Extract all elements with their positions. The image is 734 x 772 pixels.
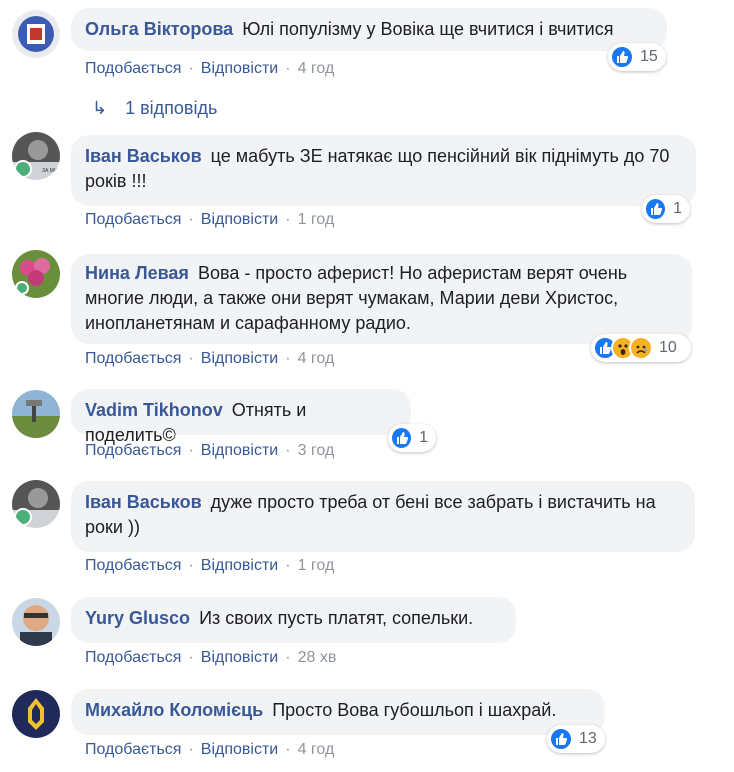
reply-button[interactable]: Відповісти (201, 211, 278, 228)
comment-time[interactable]: 4 год (298, 741, 335, 758)
comment-time[interactable]: 4 год (298, 350, 335, 367)
comment-time[interactable]: 1 год (298, 557, 335, 574)
comment-author[interactable]: Vadim Tikhonov (85, 400, 223, 420)
comment-bubble: Іван Васьков дуже просто треба от бені в… (71, 481, 695, 552)
reply-button[interactable]: Відповісти (201, 442, 278, 459)
comment-bubble: Нина Левая Вова - просто аферист! Но афе… (71, 254, 692, 344)
separator: · (285, 557, 291, 574)
comment-bubble: Ольга Вікторова Юлі популізму у Вовіка щ… (71, 8, 667, 51)
comment-actions: Подобається · Відповісти · 4 год (85, 741, 334, 759)
reaction-count: 10 (659, 339, 677, 356)
reaction-summary[interactable]: 1 (388, 424, 436, 452)
like-button[interactable]: Подобається (85, 211, 181, 228)
reply-arrow-icon: ↳ (92, 98, 108, 118)
like-reaction-icon (644, 197, 668, 221)
reaction-count: 15 (640, 48, 658, 65)
like-button[interactable]: Подобається (85, 741, 181, 758)
comment-actions: Подобається · Відповісти · 3 год (85, 442, 334, 460)
comment-actions: Подобається · Відповісти · 4 год (85, 60, 334, 78)
comment-author[interactable]: Михайло Коломієць (85, 700, 263, 720)
separator: · (188, 442, 194, 459)
avatar[interactable] (12, 390, 60, 438)
separator: · (188, 60, 194, 77)
avatar[interactable] (12, 690, 60, 738)
separator: · (285, 649, 291, 666)
separator: · (188, 557, 194, 574)
sad-reaction-icon (629, 336, 653, 360)
separator: · (285, 211, 291, 228)
comment-author[interactable]: Нина Левая (85, 263, 189, 283)
reaction-summary[interactable]: 15 (608, 43, 666, 71)
comment-time[interactable]: 3 год (298, 442, 335, 459)
reaction-count: 1 (673, 200, 682, 217)
comment-text: Юлі популізму у Вовіка ще вчитися і вчит… (242, 19, 614, 39)
comment-bubble: Михайло Коломієць Просто Вова губошльоп … (71, 689, 605, 735)
comment-text: Из своих пусть платят, сопельки. (199, 608, 474, 628)
comment-actions: Подобається · Відповісти · 28 хв (85, 649, 336, 667)
separator: · (188, 350, 194, 367)
avatar[interactable] (12, 480, 60, 528)
reply-button[interactable]: Відповісти (201, 741, 278, 758)
like-button[interactable]: Подобається (85, 557, 181, 574)
avatar[interactable] (12, 250, 60, 298)
comment-author[interactable]: Іван Васьков (85, 146, 202, 166)
separator: · (285, 442, 291, 459)
like-button[interactable]: Подобається (85, 60, 181, 77)
comment-author[interactable]: Yury Glusco (85, 608, 190, 628)
separator: · (188, 741, 194, 758)
reaction-count: 13 (579, 730, 597, 747)
comment-bubble: Іван Васьков це мабуть ЗЕ натякає що пен… (71, 135, 696, 206)
like-button[interactable]: Подобається (85, 442, 181, 459)
separator: · (188, 211, 194, 228)
like-reaction-icon (610, 45, 634, 69)
reply-button[interactable]: Відповісти (201, 649, 278, 666)
view-replies-link[interactable]: ↳ 1 відповідь (92, 98, 217, 119)
comment-author[interactable]: Ольга Вікторова (85, 19, 233, 39)
comment-bubble: Yury Glusco Из своих пусть платят, сопел… (71, 597, 516, 643)
replies-count: 1 відповідь (125, 98, 218, 118)
comment-text: Просто Вова губошльоп і шахрай. (272, 700, 557, 720)
separator: · (285, 350, 291, 367)
reaction-summary[interactable]: 10 (591, 334, 691, 362)
avatar[interactable] (12, 10, 60, 58)
comment-actions: Подобається · Відповісти · 4 год (85, 350, 334, 368)
comment-actions: Подобається · Відповісти · 1 год (85, 211, 334, 229)
comment-time[interactable]: 4 год (298, 60, 335, 77)
comment-actions: Подобається · Відповісти · 1 год (85, 557, 334, 575)
comment-time[interactable]: 1 год (298, 211, 335, 228)
separator: · (285, 60, 291, 77)
svg-text:ЗА МИР: ЗА МИР (42, 168, 60, 174)
separator: · (285, 741, 291, 758)
separator: · (188, 649, 194, 666)
reaction-summary[interactable]: 1 (642, 195, 690, 223)
reaction-count: 1 (419, 429, 428, 446)
comment-time[interactable]: 28 хв (298, 649, 337, 666)
avatar[interactable] (12, 598, 60, 646)
like-reaction-icon (390, 426, 414, 450)
like-button[interactable]: Подобається (85, 350, 181, 367)
reply-button[interactable]: Відповісти (201, 350, 278, 367)
comment-bubble: Vadim Tikhonov Отнять и поделить© (71, 389, 411, 445)
like-button[interactable]: Подобається (85, 649, 181, 666)
reply-button[interactable]: Відповісти (201, 60, 278, 77)
avatar[interactable]: ЗА МИР (12, 132, 60, 180)
reaction-summary[interactable]: 13 (547, 725, 605, 753)
comment-author[interactable]: Іван Васьков (85, 492, 202, 512)
reply-button[interactable]: Відповісти (201, 557, 278, 574)
like-reaction-icon (549, 727, 573, 751)
